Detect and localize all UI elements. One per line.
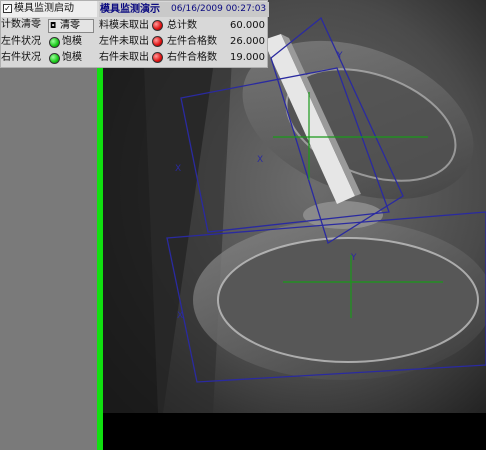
monitor-start-row[interactable]: ✓ 模具监测启动 [1,1,97,17]
counter-label-1: 左件合格数 [167,36,217,47]
counter-value-0: 60.000 [230,20,265,31]
stat-label-2: 右件未取出 [99,52,149,63]
title-bar: 模具监测演示 06/16/2009 00:27:03 [99,2,269,17]
monitor-start-checkbox[interactable]: ✓ [3,4,12,13]
axis-label-y: Y [336,51,343,61]
reset-button[interactable]: ◘ 清零 [48,19,94,33]
left-status-label: 左件状况 [1,36,41,47]
datetime-display: 06/16/2009 00:27:03 [171,4,267,14]
axis-label-y: Y [350,253,357,263]
count-reset-label: 计数清零 [1,19,41,30]
monitor-start-label: 模具监测启动 [14,3,74,14]
counter-value-2: 19.000 [230,52,265,63]
counter-value-1: 26.000 [230,36,265,47]
counter-label-2: 右件合格数 [167,52,217,63]
stat-label-0: 料模未取出 [99,20,149,31]
alarm-led-1 [152,36,163,47]
right-status-value: 饱模 [62,52,82,63]
right-status-label: 右件状况 [1,52,41,63]
alarm-led-0 [152,20,163,31]
axis-label-x: X [175,164,181,174]
control-panel: ✓ 模具监测启动 计数清零 ◘ 清零 左件状况 饱模 右件状况 饱模 模具监测演… [0,0,269,68]
right-status-led [49,53,60,64]
axis-label-x: X [177,311,183,321]
vision-monitor-window: X Y X Y X ✓ 模具监测启动 计数清零 ◘ 清零 左件状况 饱模 右件状… [0,0,486,450]
stat-label-1: 左件未取出 [99,36,149,47]
reset-button-label: 清零 [60,20,80,31]
app-title: 模具监测演示 [100,4,160,15]
left-status-led [49,37,60,48]
status-strip [103,413,486,450]
left-status-value: 饱模 [62,36,82,47]
reset-icon: ◘ [50,21,57,30]
counter-label-0: 总计数 [167,20,197,31]
alarm-led-2 [152,52,163,63]
axis-label-x: X [257,155,263,165]
